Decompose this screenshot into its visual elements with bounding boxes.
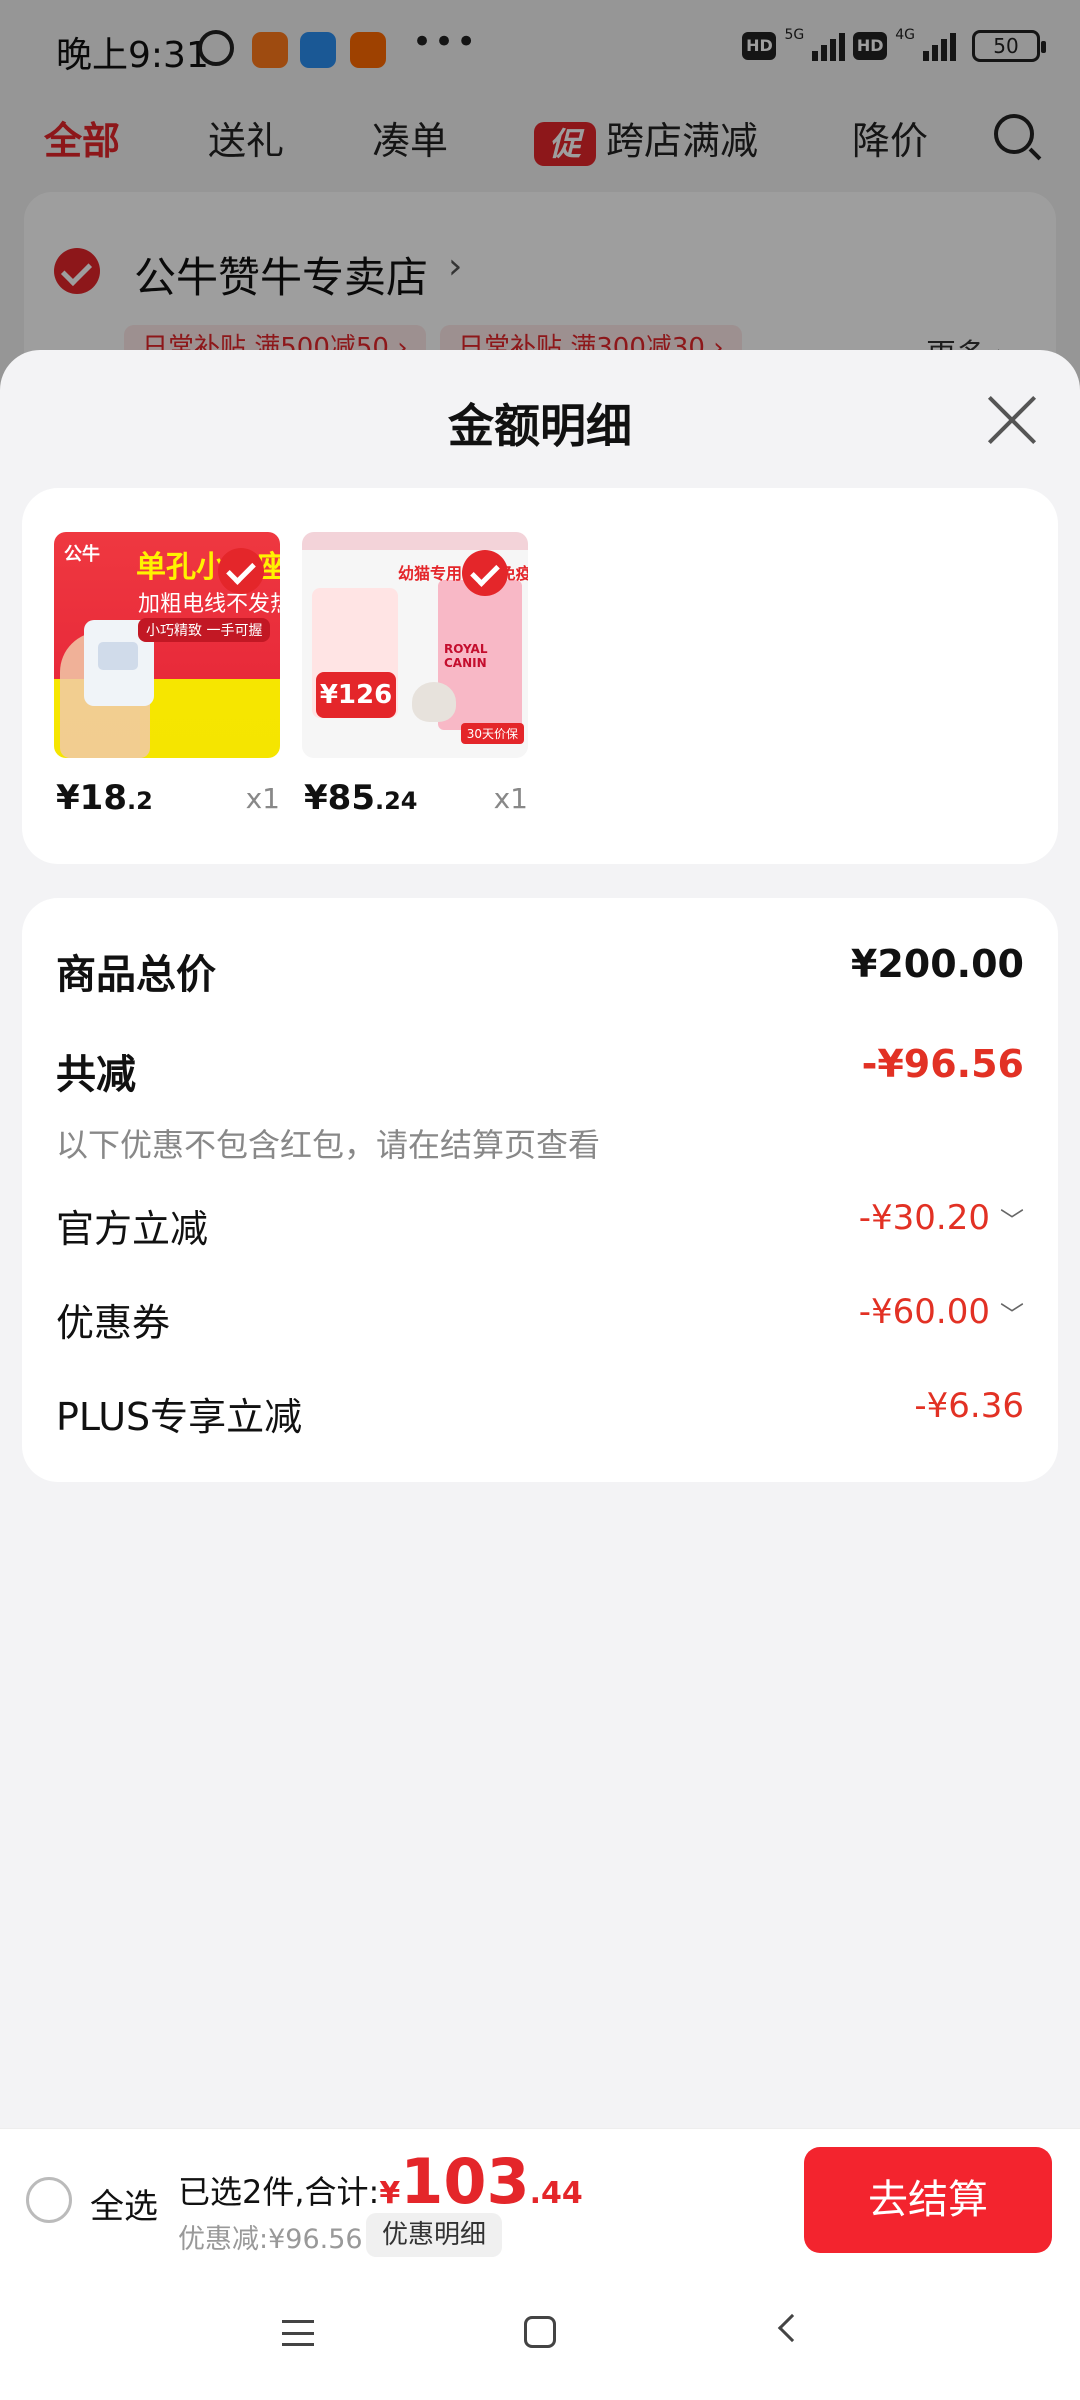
plus-discount-value: -¥6.36 xyxy=(914,1386,1024,1426)
total-prefix: 已选2件,合计: xyxy=(178,2173,380,2211)
check-icon xyxy=(462,550,508,596)
products-card: 公牛 单孔小插座 加粗电线不发热 小巧精致 一手可握 ¥18.2 x1 ¥126… xyxy=(22,488,1058,864)
total-reduction-value: -¥96.56 xyxy=(861,1042,1024,1086)
total-reduction-label: 共减 xyxy=(56,1052,136,1098)
image-badge: 30天价保 xyxy=(460,723,524,744)
product-image[interactable]: ¥126 ROYAL CANIN 幼猫专用 激发免疫力 30天价保 xyxy=(302,532,528,758)
plus-discount-row: PLUS专享立减 -¥6.36 xyxy=(56,1386,1024,1446)
coupon-value: -¥60.00 ﹀ xyxy=(858,1292,1024,1332)
total-price-label: 商品总价 xyxy=(56,952,216,998)
official-discount-row[interactable]: 官方立减 -¥30.20 ﹀ xyxy=(56,1198,1024,1258)
official-discount-value: -¥30.20 ﹀ xyxy=(858,1198,1024,1238)
chevron-down-icon: ﹀ xyxy=(1000,1301,1024,1329)
product-item[interactable]: 公牛 单孔小插座 加粗电线不发热 小巧精致 一手可握 ¥18.2 x1 xyxy=(54,532,280,828)
total-amount: 已选2件,合计:¥103.44 xyxy=(178,2145,583,2218)
checkout-button[interactable]: 去结算 xyxy=(804,2147,1052,2253)
plus-discount-label: PLUS专享立减 xyxy=(56,1395,303,1439)
system-nav-bar xyxy=(0,2270,1080,2400)
select-all-radio[interactable] xyxy=(26,2177,72,2223)
total-price-value: ¥200.00 xyxy=(850,942,1024,986)
product-item[interactable]: ¥126 ROYAL CANIN 幼猫专用 激发免疫力 30天价保 ¥85.24… xyxy=(302,532,528,828)
menu-icon[interactable] xyxy=(282,2320,314,2346)
checkout-bar: 全选 已选2件,合计:¥103.44 优惠减:¥96.56 优惠明细 去结算 xyxy=(0,2128,1080,2270)
check-icon xyxy=(218,548,264,594)
sheet-title: 金额明细 xyxy=(448,399,632,453)
cat-illustration xyxy=(412,682,456,722)
discount-detail-button[interactable]: 优惠明细 xyxy=(366,2213,503,2257)
product-price: ¥18.2 xyxy=(56,778,153,818)
total-price-row: 商品总价 ¥200.00 xyxy=(56,942,1024,1002)
total-amount-integer: 103 xyxy=(400,2145,530,2218)
total-amount-decimal: .44 xyxy=(529,2176,583,2211)
home-icon[interactable] xyxy=(524,2316,556,2348)
product-price-row: ¥85.24 x1 xyxy=(302,778,528,828)
image-tag: 小巧精致 一手可握 xyxy=(138,618,271,642)
brand-logo: ROYAL CANIN xyxy=(444,642,488,670)
back-icon[interactable] xyxy=(777,2313,807,2343)
product-price: ¥85.24 xyxy=(304,778,418,818)
brand-logo: 公牛 xyxy=(64,544,100,565)
chevron-down-icon: ﹀ xyxy=(1000,1207,1024,1235)
product-price-row: ¥18.2 x1 xyxy=(54,778,280,828)
price-summary-card: 商品总价 ¥200.00 共减 -¥96.56 以下优惠不包含红包，请在结算页查… xyxy=(22,898,1058,1482)
coupon-label: 优惠券 xyxy=(56,1301,171,1345)
official-discount-label: 官方立减 xyxy=(56,1207,209,1251)
product-image[interactable]: 公牛 单孔小插座 加粗电线不发热 小巧精致 一手可握 xyxy=(54,532,280,758)
image-price: ¥126 xyxy=(316,672,396,718)
product-quantity: x1 xyxy=(245,782,280,815)
discount-note: 以下优惠不包含红包，请在结算页查看 xyxy=(56,1126,601,1164)
product-quantity: x1 xyxy=(493,782,528,815)
total-reduction-row: 共减 -¥96.56 xyxy=(56,1042,1024,1102)
amount-detail-sheet: 金额明细 公牛 单孔小插座 加粗电线不发热 小巧精致 一手可握 ¥18.2 x1 xyxy=(0,350,1080,2130)
coupon-row[interactable]: 优惠券 -¥60.00 ﹀ xyxy=(56,1292,1024,1352)
discount-amount: 优惠减:¥96.56 xyxy=(178,2224,363,2255)
select-all-label[interactable]: 全选 xyxy=(90,2179,158,2228)
image-subtitle: 加粗电线不发热 xyxy=(138,592,280,617)
close-icon[interactable] xyxy=(986,394,1038,446)
